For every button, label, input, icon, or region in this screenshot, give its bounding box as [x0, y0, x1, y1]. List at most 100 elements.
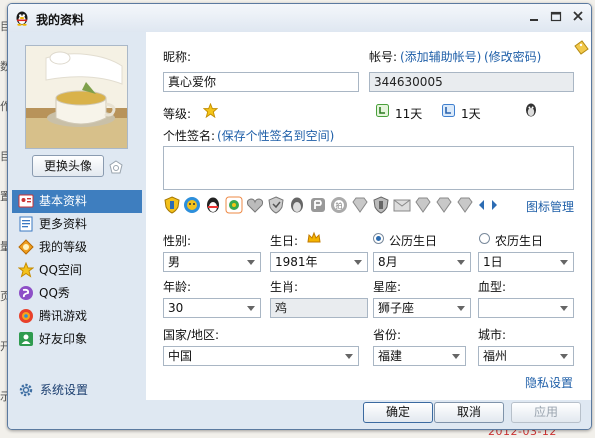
more-info-icon: [19, 216, 33, 232]
guard-shield-icon[interactable]: [372, 196, 390, 214]
province-label: 省份:: [373, 328, 402, 342]
star-sign-select[interactable]: 狮子座: [373, 298, 471, 318]
avatar[interactable]: [25, 45, 128, 149]
chevron-down-icon: [457, 306, 465, 311]
title-bar[interactable]: 我的资料: [8, 4, 591, 32]
tenpay-icon[interactable]: 拍: [330, 196, 348, 214]
paipai-icon[interactable]: [309, 196, 327, 214]
sidebar-item-more-info[interactable]: 更多资料: [12, 213, 142, 236]
apply-button[interactable]: 应用: [511, 402, 581, 423]
birth-year-select[interactable]: 1981年: [270, 252, 368, 272]
music-heart-icon[interactable]: [246, 196, 264, 214]
signature-textarea[interactable]: [163, 146, 574, 190]
penguin-grey-icon[interactable]: [288, 196, 306, 214]
diamond-icon[interactable]: [435, 196, 453, 214]
cancel-button[interactable]: 取消: [434, 402, 504, 423]
security-shield-icon[interactable]: [267, 196, 285, 214]
profile-window: 我的资料 更换头像 基本资料 更多资料 我的等级 QQ空间 QQ秀 腾讯游戏 好…: [7, 3, 592, 430]
star-icon[interactable]: [203, 103, 218, 118]
diamond-icon[interactable]: [414, 196, 432, 214]
dialog-footer: [8, 400, 591, 429]
birth-year-value: 1981年: [275, 255, 318, 269]
pet-icon[interactable]: [225, 196, 243, 214]
ok-button[interactable]: 确定: [363, 402, 433, 423]
signature-label: 个性签名:: [163, 129, 216, 143]
scroll-right-icon[interactable]: [489, 196, 499, 214]
chevron-down-icon: [457, 260, 465, 265]
online-days-2: 1天: [461, 107, 481, 121]
gender-select[interactable]: 男: [163, 252, 261, 272]
sidebar-item-label: 基本资料: [39, 194, 88, 208]
chevron-down-icon: [452, 354, 460, 359]
country-select[interactable]: 中国: [163, 346, 359, 366]
birth-day-select[interactable]: 1日: [478, 252, 574, 272]
age-value: 30: [168, 301, 184, 315]
province-select[interactable]: 福建: [373, 346, 466, 366]
solar-birthday-radio[interactable]: [373, 233, 384, 244]
sidebar: 更换头像 基本资料 更多资料 我的等级 QQ空间 QQ秀 腾讯游戏 好友印象: [8, 32, 146, 400]
scroll-left-icon[interactable]: [477, 196, 487, 214]
sidebar-item-label: QQ空间: [39, 263, 82, 277]
sidebar-item-label: 我的等级: [39, 240, 88, 254]
sidebar-item-friend-impression[interactable]: 好友印象: [12, 328, 142, 351]
blood-type-select[interactable]: [478, 298, 574, 318]
change-password-link[interactable]: (修改密码): [484, 48, 541, 65]
icon-manage-link[interactable]: 图标管理: [526, 198, 574, 215]
system-settings-button[interactable]: 系统设置: [18, 380, 88, 400]
crown-icon: [307, 231, 321, 243]
privacy-settings-link[interactable]: 隐私设置: [525, 374, 573, 391]
account-label: 帐号:: [369, 50, 398, 64]
add-helper-account-link[interactable]: (添加辅助帐号): [400, 48, 481, 65]
city-label: 城市:: [478, 328, 507, 342]
sidebar-item-basic-info[interactable]: 基本资料: [12, 190, 142, 213]
lunar-birthday-radio[interactable]: [479, 233, 490, 244]
chevron-down-icon: [345, 354, 353, 359]
shield-icon[interactable]: [163, 196, 181, 214]
chevron-down-icon: [560, 306, 568, 311]
sidebar-item-my-level[interactable]: 我的等级: [12, 236, 142, 259]
sidebar-nav: 基本资料 更多资料 我的等级 QQ空间 QQ秀 腾讯游戏 好友印象: [12, 190, 142, 351]
avatar-image: [26, 46, 127, 148]
age-select[interactable]: 30: [163, 298, 261, 318]
blood-type-label: 血型:: [478, 280, 507, 294]
city-value: 福州: [483, 349, 508, 363]
level-label: 等级:: [163, 107, 192, 121]
zodiac-label: 生肖:: [270, 280, 299, 294]
diamond-icon[interactable]: [351, 196, 369, 214]
service-icon-strip: 拍: [163, 196, 503, 216]
close-icon[interactable]: [568, 8, 588, 26]
province-value: 福建: [378, 349, 403, 363]
tag-icon[interactable]: [573, 40, 589, 56]
solar-birthday-label[interactable]: 公历生日: [389, 232, 437, 249]
maximize-icon[interactable]: [546, 8, 566, 26]
sidebar-item-label: QQ秀: [39, 286, 70, 300]
birth-month-select[interactable]: 8月: [373, 252, 471, 272]
gender-label: 性别:: [163, 234, 192, 248]
window-title: 我的资料: [36, 13, 85, 27]
diamond-icon[interactable]: [456, 196, 474, 214]
country-label: 国家/地区:: [163, 328, 220, 342]
camera-icon[interactable]: [108, 159, 124, 175]
games-icon: [19, 309, 33, 323]
country-value: 中国: [168, 349, 193, 363]
chevron-down-icon: [560, 354, 568, 359]
save-signature-link[interactable]: (保存个性签名到空间): [217, 127, 334, 144]
online-days-1: 11天: [395, 107, 423, 121]
star-sign-label: 星座:: [373, 280, 402, 294]
sidebar-item-tencent-games[interactable]: 腾讯游戏: [12, 305, 142, 328]
minimize-icon[interactable]: [524, 8, 544, 26]
city-select[interactable]: 福州: [478, 346, 574, 366]
sidebar-item-qqshow[interactable]: QQ秀: [12, 282, 142, 305]
nickname-input[interactable]: 真心爱你: [163, 72, 359, 92]
change-avatar-button[interactable]: 更换头像: [32, 155, 104, 177]
mail-icon[interactable]: [393, 196, 411, 214]
sidebar-item-qzone[interactable]: QQ空间: [12, 259, 142, 282]
qq-member-icon[interactable]: [523, 102, 539, 118]
lunar-birthday-label[interactable]: 农历生日: [495, 232, 543, 249]
qq-game-icon[interactable]: [183, 196, 201, 214]
chevron-down-icon: [247, 306, 255, 311]
chevron-down-icon: [560, 260, 568, 265]
qq-show-penguin-icon[interactable]: [204, 196, 222, 214]
impression-icon: [19, 332, 33, 346]
qq-penguin-icon: [16, 11, 28, 26]
